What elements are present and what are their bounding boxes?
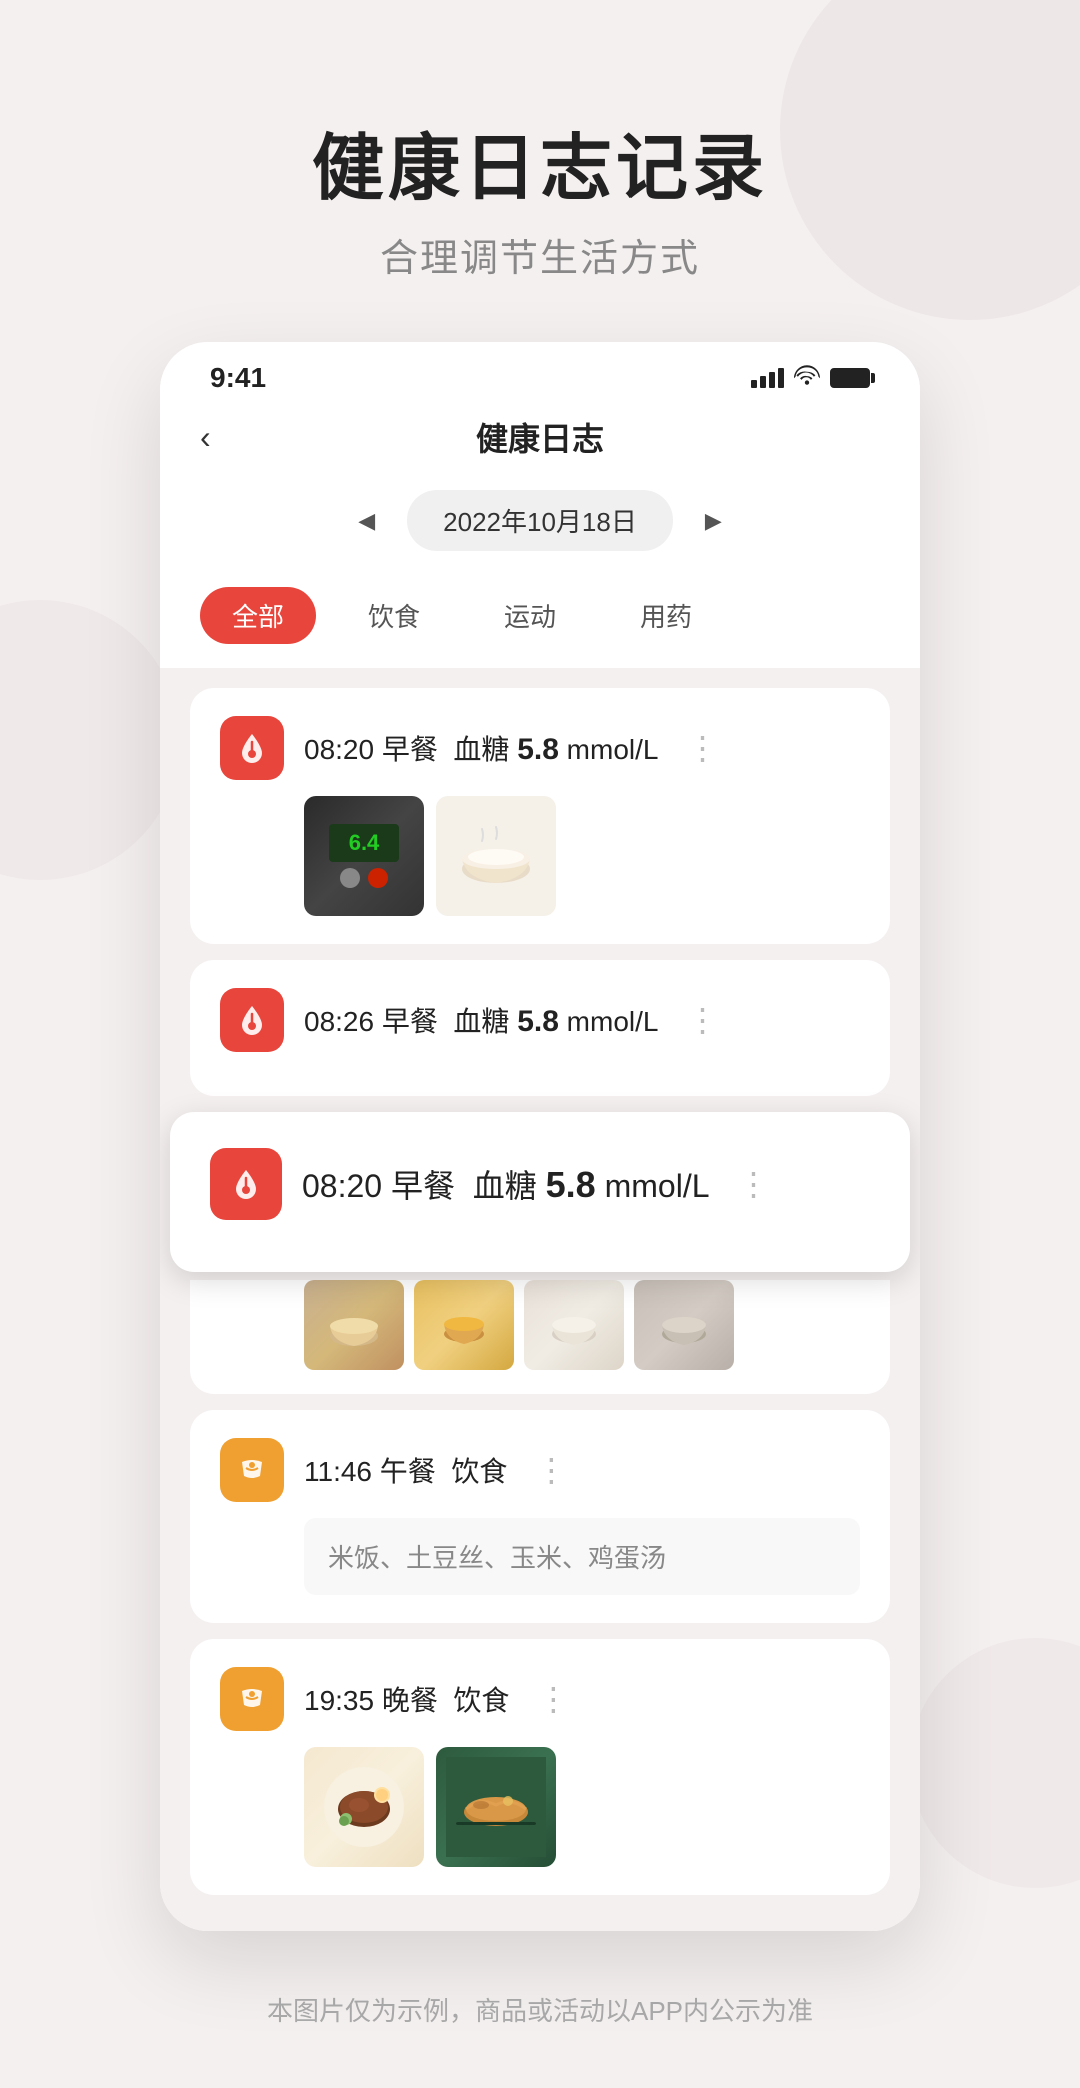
status-time: 9:41 [210, 362, 266, 394]
food-icon-dinner [220, 1667, 284, 1731]
log-entry-5-title: 19:35 晚餐 饮食 [304, 1679, 509, 1719]
date-next-button[interactable]: ▶ [693, 502, 734, 540]
status-bar: 9:41 [160, 342, 920, 404]
wifi-icon [794, 365, 820, 391]
log-entry-4-more[interactable]: ⋮ [527, 1447, 575, 1493]
log-entry-images-row [304, 1280, 860, 1370]
nav-title: 健康日志 [476, 414, 604, 460]
blood-sugar-icon-2 [220, 988, 284, 1052]
log-entry-1-images: 6.4 [304, 796, 860, 916]
log-entry-1-header: 08:20 早餐 血糖 5.8 mmol/L ⋮ [220, 716, 860, 780]
log-entry-1-title: 08:20 早餐 血糖 5.8 mmol/L [304, 728, 658, 768]
thumb-dish-1 [304, 1280, 404, 1370]
thumb-fish [436, 1747, 556, 1867]
date-display: 2022年10月18日 [407, 490, 673, 551]
log-entry-highlight-header: 08:20 早餐 血糖 5.8 mmol/L ⋮ [210, 1148, 870, 1220]
status-icons [751, 365, 870, 391]
signal-icon [751, 368, 784, 388]
log-entry-4: 11:46 午餐 饮食 ⋮ 米饭、土豆丝、玉米、鸡蛋汤 [190, 1410, 890, 1623]
log-entry-4-text: 米饭、土豆丝、玉米、鸡蛋汤 [304, 1518, 860, 1595]
thumb-dish-4 [634, 1280, 734, 1370]
page-main-title: 健康日志记录 [312, 130, 768, 209]
log-entry-5-header: 19:35 晚餐 饮食 ⋮ [220, 1667, 860, 1731]
thumb-steak [304, 1747, 424, 1867]
date-selector: ◀ 2022年10月18日 ▶ [160, 480, 920, 571]
log-entry-2: 08:26 早餐 血糖 5.8 mmol/L ⋮ [190, 960, 890, 1096]
thumb-porridge [436, 796, 556, 916]
phone-mockup: 9:41 ‹ 健康日志 [160, 342, 920, 1931]
back-button[interactable]: ‹ [200, 419, 211, 456]
log-entry-highlight-more[interactable]: ⋮ [730, 1161, 778, 1207]
glucose-screen: 6.4 [329, 824, 399, 862]
page-sub-title: 合理调节生活方式 [312, 227, 768, 282]
log-entry-5: 19:35 晚餐 饮食 ⋮ [190, 1639, 890, 1895]
date-prev-button[interactable]: ◀ [346, 502, 387, 540]
log-entry-4-header: 11:46 午餐 饮食 ⋮ [220, 1438, 860, 1502]
log-entry-5-images [304, 1747, 860, 1867]
log-entry-5-more[interactable]: ⋮ [529, 1676, 577, 1722]
log-entry-2-title: 08:26 早餐 血糖 5.8 mmol/L [304, 1000, 658, 1040]
log-entry-2-more[interactable]: ⋮ [678, 997, 726, 1043]
main-content: 08:20 早餐 血糖 5.8 mmol/L ⋮ 6.4 [160, 668, 920, 1931]
blood-sugar-icon-highlight [210, 1148, 282, 1220]
log-entry-2-header: 08:26 早餐 血糖 5.8 mmol/L ⋮ [220, 988, 860, 1052]
log-entry-highlight-title: 08:20 早餐 血糖 5.8 mmol/L [302, 1161, 710, 1207]
thumb-glucose-meter: 6.4 [304, 796, 424, 916]
thumb-dish-2 [414, 1280, 514, 1370]
filter-tab-diet[interactable]: 饮食 [336, 587, 452, 644]
footer-disclaimer: 本图片仅为示例，商品或活动以APP内公示为准 [267, 1991, 813, 2028]
food-icon-lunch [220, 1438, 284, 1502]
log-entry-highlight: 08:20 早餐 血糖 5.8 mmol/L ⋮ [170, 1112, 910, 1272]
filter-tab-medicine[interactable]: 用药 [608, 587, 724, 644]
thumb-dish-3 [524, 1280, 624, 1370]
blood-sugar-icon-1 [220, 716, 284, 780]
log-entry-1-more[interactable]: ⋮ [678, 725, 726, 771]
nav-bar: ‹ 健康日志 [160, 404, 920, 480]
filter-tab-exercise[interactable]: 运动 [472, 587, 588, 644]
log-entry-4-title: 11:46 午餐 饮食 [304, 1450, 507, 1490]
battery-icon [830, 368, 870, 388]
filter-tab-all[interactable]: 全部 [200, 587, 316, 644]
log-entry-1: 08:20 早餐 血糖 5.8 mmol/L ⋮ 6.4 [190, 688, 890, 944]
filter-tabs: 全部 饮食 运动 用药 [160, 571, 920, 668]
